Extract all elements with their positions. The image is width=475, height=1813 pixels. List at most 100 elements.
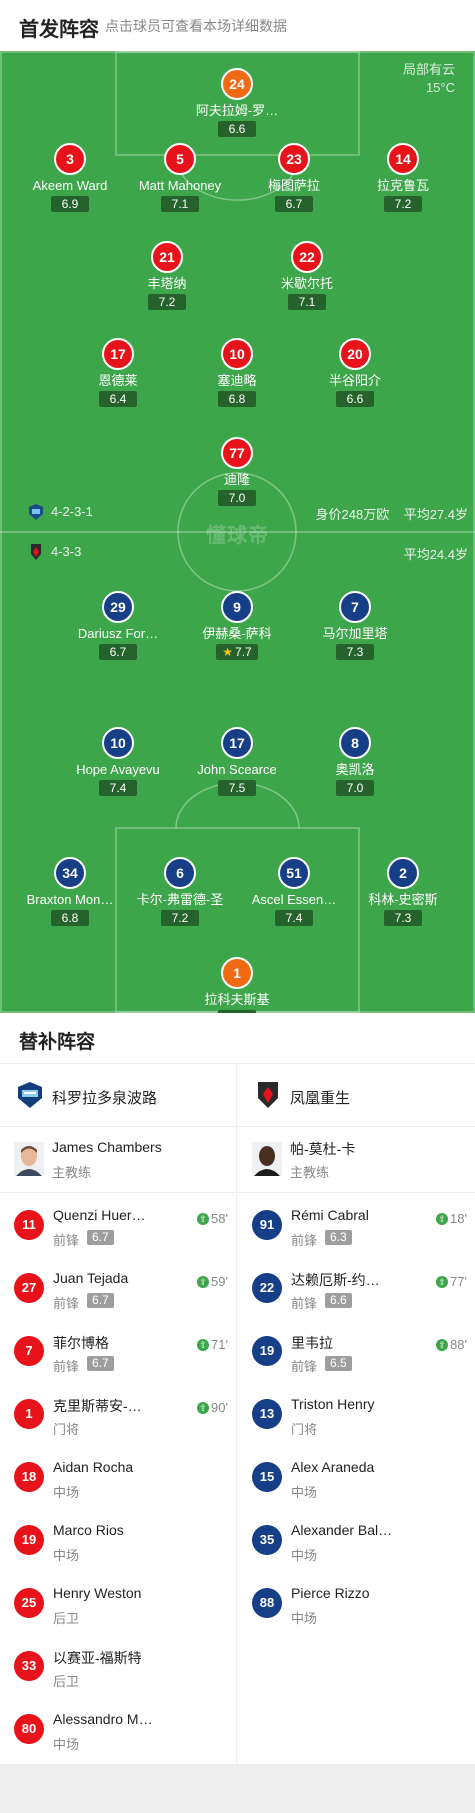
sub-position: 后卫 — [53, 1611, 80, 1626]
home-sub-row[interactable]: 80 Alessandro M… 中场 — [0, 1697, 236, 1760]
home-club-logo-icon — [18, 1082, 42, 1108]
home-sub-row[interactable]: 27 Juan Tejada 前锋 6.7 ⇧ 59' — [0, 1256, 236, 1319]
player-rating: 7.4 — [99, 780, 137, 796]
sub-name: Pierce Rizzo — [291, 1585, 370, 1601]
home-player[interactable]: 77 迪隆 7.0 — [172, 437, 302, 507]
away-sub-row[interactable]: 13 Triston Henry 门将 — [238, 1382, 475, 1445]
away-team-name: 凤凰重生 — [290, 1090, 351, 1107]
sub-name: Alex Araneda — [291, 1459, 375, 1475]
player-number: 77 — [221, 437, 253, 469]
lineup-hint: 点击球员可查看本场详细数据 — [105, 18, 287, 34]
home-team-value: 身价248万欧 — [315, 507, 390, 522]
player-name: 拉克鲁瓦 — [376, 178, 429, 193]
sub-in-time: ⇧ 77' — [436, 1274, 467, 1289]
player-name: 马尔加里塔 — [322, 626, 388, 641]
sub-name: 克里斯蒂安-… — [53, 1398, 142, 1414]
sub-name: Alessandro M… — [53, 1711, 153, 1727]
away-sub-row[interactable]: 88 Pierce Rizzo 中场 — [238, 1571, 475, 1634]
away-player[interactable]: 10 Hope Avayevu 7.4 — [53, 727, 183, 797]
player-name: 阿夫拉姆-罗… — [195, 103, 279, 118]
sub-position: 前锋 — [291, 1359, 318, 1374]
sub-position: 中场 — [53, 1737, 80, 1752]
away-avg-age: 平均24.4岁 — [403, 547, 468, 562]
away-player[interactable]: 2 科林-史密斯 7.3 — [338, 857, 468, 927]
home-player[interactable]: 22 米歇尔托 7.1 — [242, 241, 372, 311]
player-number: 9 — [221, 591, 253, 623]
player-rating: 6.6 — [336, 391, 374, 407]
home-sub-row[interactable]: 19 Marco Rios 中场 — [0, 1508, 236, 1571]
player-name: 奥凯洛 — [335, 762, 375, 777]
home-coach-row[interactable]: James Chambers 主教练 — [0, 1127, 236, 1193]
sub-name: 以赛亚-福斯特 — [53, 1650, 142, 1666]
home-player[interactable]: 14 拉克鲁瓦 7.2 — [338, 143, 468, 213]
sub-name: Quenzi Huer… — [53, 1207, 146, 1223]
away-sub-row[interactable]: 15 Alex Araneda 中场 — [238, 1445, 475, 1508]
sub-in-minute: 58' — [211, 1211, 228, 1226]
player-rating: 6.7 — [275, 196, 313, 212]
home-player[interactable]: 17 恩德莱 6.4 — [53, 338, 183, 408]
away-player[interactable]: 17 John Scearce 7.5 — [172, 727, 302, 797]
sub-position: 中场 — [291, 1611, 318, 1626]
home-sub-row[interactable]: 18 Aidan Rocha 中场 — [0, 1445, 236, 1508]
player-name: 拉科夫斯基 — [204, 992, 270, 1007]
weather: 局部有云 15°C — [403, 61, 455, 97]
away-player[interactable]: 8 奥凯洛 7.0 — [290, 727, 420, 797]
player-rating: 7.7 — [216, 644, 258, 660]
player-name: 伊赫桑-萨科 — [202, 626, 272, 641]
sub-number: 19 — [14, 1525, 44, 1555]
home-formation: 4-2-3-1 — [51, 504, 93, 519]
away-player[interactable]: 9 伊赫桑-萨科 7.7 — [172, 591, 302, 661]
home-team-row[interactable]: 科罗拉多泉波路 — [0, 1064, 236, 1127]
home-sub-row[interactable]: 33 以赛亚-福斯特 后卫 — [0, 1634, 236, 1697]
home-player[interactable]: 21 丰塔纳 7.2 — [102, 241, 232, 311]
home-team-name: 科罗拉多泉波路 — [52, 1090, 158, 1107]
player-rating: 7.0 — [218, 490, 256, 506]
away-formation: 4-3-3 — [51, 544, 82, 559]
player-rating: 7.5 — [218, 780, 256, 796]
away-coach-row[interactable]: 帕-莫杜-卡 主教练 — [238, 1127, 475, 1193]
player-name: 恩德莱 — [98, 373, 138, 388]
home-sub-row[interactable]: 7 菲尔博格 前锋 6.7 ⇧ 71' — [0, 1319, 236, 1382]
home-player[interactable]: 5 Matt Mahoney 7.1 — [115, 143, 245, 213]
player-name: Dariusz For… — [77, 626, 159, 641]
sub-in-time: ⇧ 88' — [436, 1337, 467, 1352]
player-number: 5 — [164, 143, 196, 175]
player-number: 10 — [102, 727, 134, 759]
away-team-row[interactable]: 凤凰重生 — [238, 1064, 475, 1127]
away-sub-row[interactable]: 19 里韦拉 前锋 6.5 ⇧ 88' — [238, 1319, 475, 1382]
sub-number: 11 — [14, 1210, 44, 1240]
sub-position: 中场 — [53, 1548, 80, 1563]
sub-number: 1 — [14, 1399, 44, 1429]
weather-condition: 局部有云 — [402, 62, 455, 77]
player-number: 21 — [151, 241, 183, 273]
away-coach-role: 主教练 — [290, 1165, 330, 1180]
player-rating: 7.2 — [148, 294, 186, 310]
home-sub-row[interactable]: 25 Henry Weston 后卫 — [0, 1571, 236, 1634]
sub-number: 19 — [252, 1336, 282, 1366]
home-player[interactable]: 10 塞迪略 6.8 — [172, 338, 302, 408]
away-player[interactable]: 6 卡尔-弗雷德-圣 7.2 — [115, 857, 245, 927]
sub-in-time: ⇧ 71' — [197, 1337, 228, 1352]
away-player[interactable]: 29 Dariusz For… 6.7 — [53, 591, 183, 661]
player-number: 20 — [339, 338, 371, 370]
player-rating: 6.8 — [51, 910, 89, 926]
home-avg-age: 平均27.4岁 — [403, 507, 468, 522]
sub-number: 35 — [252, 1525, 282, 1555]
away-subs-column: 凤凰重生 帕-莫杜-卡 主教练 91 Rémi Cabral 前锋 6.3 ⇧ 18' 22… — [238, 1064, 475, 1634]
player-name: 半谷阳介 — [328, 373, 381, 388]
away-player[interactable]: 1拉科夫斯基6.8 — [172, 957, 302, 1013]
sub-name: Rémi Cabral — [291, 1207, 369, 1223]
home-player[interactable]: 24 阿夫拉姆-罗… 6.6 — [172, 68, 302, 138]
home-player[interactable]: 20 半谷阳介 6.6 — [290, 338, 420, 408]
sub-in-icon: ⇧ — [197, 1338, 210, 1351]
sub-rating: 6.7 — [87, 1293, 114, 1308]
player-rating: 7.0 — [336, 780, 374, 796]
home-sub-row[interactable]: 1 克里斯蒂安-… 门将 ⇧ 90' — [0, 1382, 236, 1445]
away-sub-row[interactable]: 91 Rémi Cabral 前锋 6.3 ⇧ 18' — [238, 1193, 475, 1256]
sub-position: 门将 — [53, 1422, 80, 1437]
home-sub-row[interactable]: 11 Quenzi Huer… 前锋 6.7 ⇧ 58' — [0, 1193, 236, 1256]
away-player[interactable]: 7 马尔加里塔 7.3 — [290, 591, 420, 661]
away-sub-row[interactable]: 22 达赖厄斯-约… 前锋 6.6 ⇧ 77' — [238, 1256, 475, 1319]
away-sub-row[interactable]: 35 Alexander Bal… 中场 — [238, 1508, 475, 1571]
home-coach-avatar — [14, 1142, 44, 1176]
